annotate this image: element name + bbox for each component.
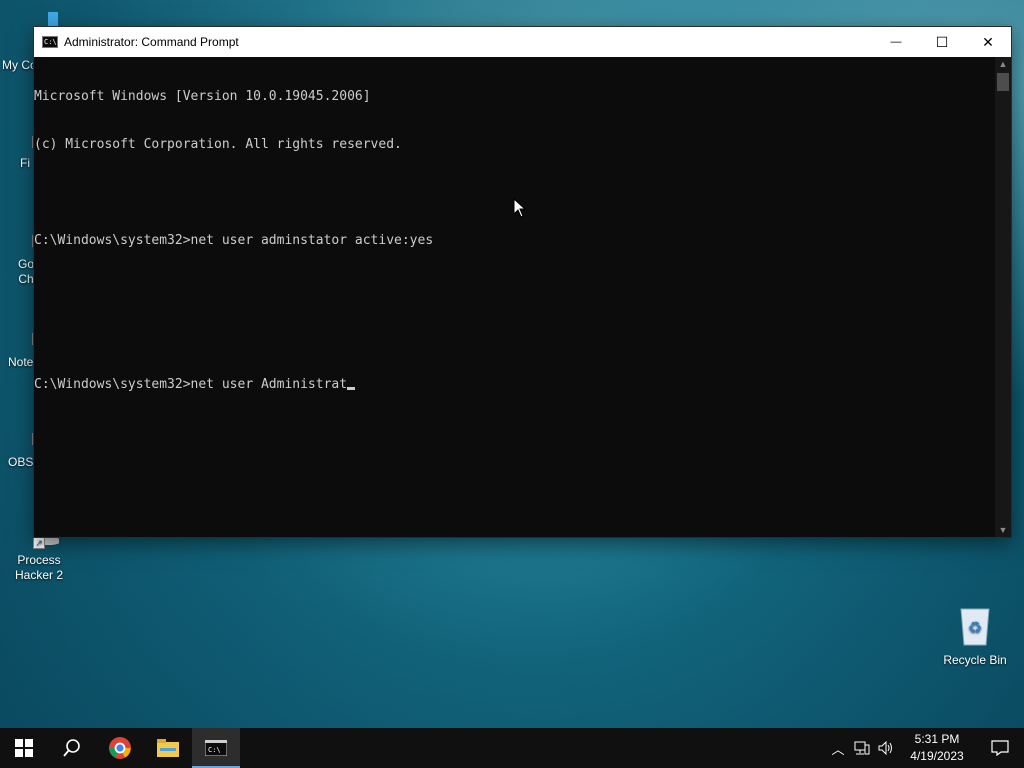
network-button[interactable] [850, 728, 874, 768]
desktop-icon-label: Fi [20, 156, 30, 170]
speaker-icon [878, 741, 892, 755]
console-input-line[interactable]: C:\Windows\system32>net user Administrat [34, 377, 995, 393]
start-button[interactable] [0, 728, 48, 768]
svg-text:C:\: C:\ [208, 746, 221, 754]
mouse-pointer-icon [513, 198, 527, 218]
network-icon [854, 741, 870, 755]
chevron-up-icon: ︿ [831, 741, 845, 757]
minimize-icon: — [890, 36, 902, 48]
taskbar-chrome[interactable] [96, 728, 144, 768]
search-button[interactable] [48, 728, 96, 768]
show-hidden-icons-button[interactable]: ︿ [826, 728, 850, 768]
action-center-button[interactable] [976, 728, 1024, 768]
console-current-command: C:\Windows\system32>net user Administrat [34, 377, 348, 392]
desktop-icon-label: OBS [8, 455, 34, 469]
desktop-icon-label: Go Ch [18, 257, 35, 286]
volume-button[interactable] [874, 728, 898, 768]
taskbar-clock[interactable]: 5:31 PM 4/19/2023 [898, 731, 976, 765]
notification-icon [991, 740, 1009, 756]
window-title: Administrator: Command Prompt [64, 35, 239, 49]
desktop-icon-label: Process Hacker 2 [14, 553, 64, 582]
vertical-scrollbar[interactable]: ▲ ▼ [995, 57, 1011, 537]
scrollbar-thumb[interactable] [997, 73, 1009, 91]
desktop-icon-recycle-bin[interactable]: ♻ Recycle Bin [937, 603, 1013, 667]
cmd-icon: C:\ [205, 740, 227, 756]
desktop-icon-label: Note [8, 355, 34, 369]
close-icon: ✕ [982, 33, 994, 50]
search-icon [63, 739, 80, 757]
desktop-icon-label: Recycle Bin [943, 653, 1007, 667]
recycle-bin-icon: ♻ [955, 603, 995, 646]
maximize-button[interactable]: ☐ [919, 27, 965, 57]
window-titlebar[interactable]: C:\ Administrator: Command Prompt — ☐ ✕ [34, 27, 1011, 57]
windows-logo-icon [15, 739, 33, 757]
console-line: (c) Microsoft Corporation. All rights re… [34, 137, 402, 152]
shortcut-arrow-icon: ↗ [33, 537, 45, 549]
text-cursor [347, 387, 356, 390]
scroll-up-icon[interactable]: ▲ [995, 57, 1011, 71]
chrome-icon [109, 737, 131, 759]
folder-icon [157, 739, 179, 757]
command-prompt-window[interactable]: C:\ Administrator: Command Prompt — ☐ ✕ … [34, 27, 1011, 537]
svg-text:♻: ♻ [968, 620, 982, 637]
clock-time: 5:31 PM [914, 732, 960, 746]
console-line: Microsoft Windows [Version 10.0.19045.20… [34, 89, 371, 104]
taskbar: C:\ ︿ 5:31 PM 4/19/2023 [0, 728, 1024, 768]
taskbar-file-explorer[interactable] [144, 728, 192, 768]
close-button[interactable]: ✕ [965, 27, 1011, 57]
taskbar-command-prompt[interactable]: C:\ [192, 728, 240, 768]
system-tray: ︿ 5:31 PM 4/19/2023 [826, 728, 1024, 768]
cmd-app-icon: C:\ [42, 36, 58, 48]
minimize-button[interactable]: — [873, 27, 919, 57]
clock-date: 4/19/2023 [910, 749, 964, 763]
scroll-down-icon[interactable]: ▼ [995, 523, 1011, 537]
desktop-icon-label: My Co [2, 58, 37, 72]
console-line: C:\Windows\system32>net user adminstator… [34, 233, 434, 248]
maximize-icon: ☐ [935, 33, 949, 50]
console-output[interactable]: Microsoft Windows [Version 10.0.19045.20… [34, 57, 995, 537]
